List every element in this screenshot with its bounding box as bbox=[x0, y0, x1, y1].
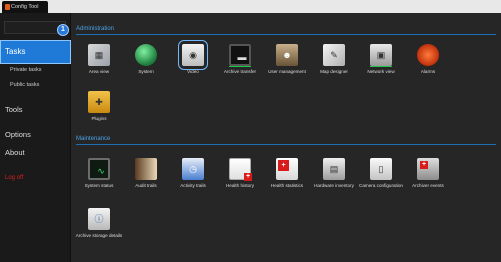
tile-network-view[interactable]: ▣ Network view bbox=[356, 42, 406, 88]
health-history-calendar-icon: + bbox=[229, 158, 252, 181]
map-designer-icon: ✎ bbox=[323, 44, 345, 66]
step-badge-1: 1 bbox=[57, 24, 69, 36]
archive-transfer-icon: ▬ bbox=[229, 44, 251, 66]
red-cross-icon: + bbox=[244, 173, 252, 181]
tasks-main-area: Administration ▦ Area view System ◉ Vide… bbox=[72, 13, 501, 262]
tile-map-designer[interactable]: ✎ Map designer bbox=[309, 42, 359, 88]
app-tab[interactable]: Config Tool bbox=[2, 1, 48, 13]
sidebar-item-options[interactable]: Options bbox=[0, 130, 71, 139]
user-management-icon: ☻ bbox=[276, 44, 298, 66]
sidebar-item-public-tasks[interactable]: Public tasks bbox=[0, 82, 71, 88]
tile-plugins[interactable]: ✚ Plugins bbox=[74, 89, 124, 135]
alarm-siren-icon bbox=[417, 44, 439, 66]
archiver-events-icon: + bbox=[417, 158, 439, 180]
app-tab-label: Config Tool bbox=[11, 4, 39, 10]
sidebar-item-tools[interactable]: Tools bbox=[0, 105, 71, 114]
plugin-puzzle-icon: ✚ bbox=[88, 91, 110, 113]
hardware-inventory-icon: ▤ bbox=[323, 158, 345, 180]
section-title-administration: Administration bbox=[76, 26, 115, 32]
tile-label: Archiver events bbox=[412, 183, 444, 188]
tile-label: Plugins bbox=[91, 116, 107, 121]
red-cross-icon: + bbox=[278, 160, 289, 171]
sidebar-item-private-tasks[interactable]: Private tasks bbox=[0, 67, 71, 73]
sidebar: Tasks Private tasks Public tasks Tools O… bbox=[0, 13, 71, 262]
tile-archive-transfer[interactable]: ▬ Archive transfer bbox=[215, 42, 265, 88]
tile-label: Alarms bbox=[420, 69, 436, 74]
tile-video[interactable]: ◉ Video bbox=[168, 40, 218, 88]
tile-health-history[interactable]: + Health history bbox=[215, 156, 265, 202]
video-camera-icon: ◉ bbox=[178, 40, 208, 70]
area-view-icon: ▦ bbox=[88, 44, 110, 66]
section-divider-maintenance bbox=[76, 144, 496, 145]
tile-system[interactable]: System bbox=[121, 42, 171, 88]
camera-configuration-icon: ▯ bbox=[370, 158, 392, 180]
tile-user-management[interactable]: ☻ User management bbox=[262, 42, 312, 88]
sidebar-item-logoff[interactable]: Log off bbox=[0, 175, 71, 181]
tile-audit-trails[interactable]: Audit trails bbox=[121, 156, 171, 202]
tile-area-view[interactable]: ▦ Area view bbox=[74, 42, 124, 88]
network-view-icon: ▣ bbox=[370, 44, 392, 66]
tile-hardware-inventory[interactable]: ▤ Hardware inventory bbox=[309, 156, 359, 202]
sidebar-item-tasks[interactable]: Tasks bbox=[0, 40, 71, 64]
tile-archive-storage-details[interactable]: ⓘ Archive storage details bbox=[74, 206, 124, 252]
health-statistics-icon: + bbox=[276, 158, 298, 180]
system-status-monitor-icon: ∿ bbox=[88, 158, 110, 180]
section-title-maintenance: Maintenance bbox=[76, 136, 111, 142]
tile-label: Archive storage details bbox=[75, 233, 123, 238]
section-divider-administration bbox=[76, 34, 496, 35]
app-logo-icon bbox=[5, 4, 10, 10]
system-globe-icon bbox=[135, 44, 157, 66]
sidebar-item-about[interactable]: About bbox=[0, 148, 71, 157]
tile-underline bbox=[229, 66, 251, 67]
tile-archiver-events[interactable]: + Archiver events bbox=[403, 156, 453, 202]
audit-trails-icon bbox=[135, 158, 157, 180]
tile-underline bbox=[370, 66, 392, 67]
red-cross-icon: + bbox=[420, 161, 428, 169]
activity-trails-clock-icon: ◷ bbox=[182, 158, 204, 180]
title-bar: Config Tool bbox=[0, 0, 501, 13]
tile-system-status[interactable]: ∿ System status bbox=[74, 156, 124, 202]
tile-health-statistics[interactable]: + Health statistics bbox=[262, 156, 312, 202]
config-tool-window: Config Tool Tasks Private tasks Public t… bbox=[0, 0, 501, 262]
tile-camera-configuration[interactable]: ▯ Camera configuration bbox=[356, 156, 406, 202]
tile-activity-trails[interactable]: ◷ Activity trails bbox=[168, 156, 218, 202]
tile-alarms[interactable]: Alarms bbox=[403, 42, 453, 88]
archive-storage-icon: ⓘ bbox=[88, 208, 110, 230]
